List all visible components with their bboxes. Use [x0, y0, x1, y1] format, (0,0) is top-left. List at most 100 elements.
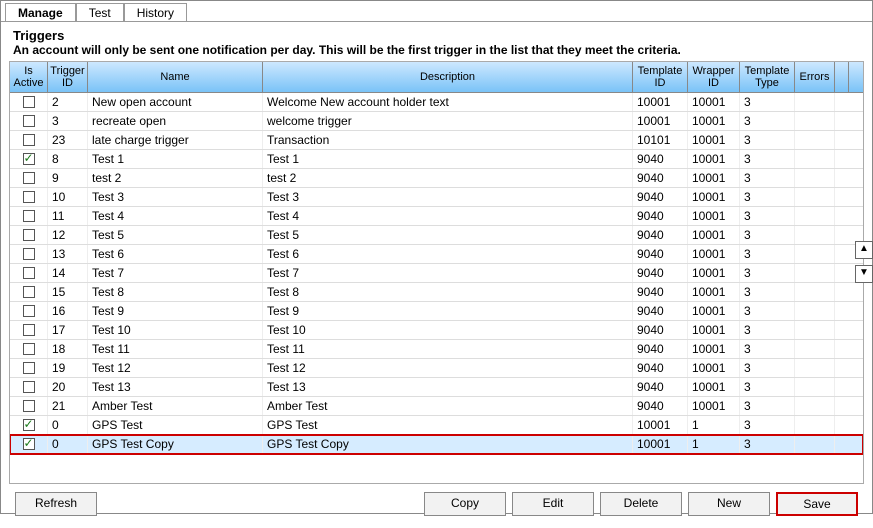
table-row[interactable]: 8Test 1Test 19040100013	[10, 150, 863, 169]
cell-template-id: 9040	[633, 169, 688, 187]
cell-is-active[interactable]	[10, 397, 48, 415]
header-name[interactable]: Name	[88, 62, 263, 92]
cell-is-active[interactable]	[10, 416, 48, 434]
table-row[interactable]: 13Test 6Test 69040100013	[10, 245, 863, 264]
tab-manage[interactable]: Manage	[5, 3, 76, 21]
table-row[interactable]: 9test 2test 29040100013	[10, 169, 863, 188]
cell-name: late charge trigger	[88, 131, 263, 149]
header-errors[interactable]: Errors	[795, 62, 835, 92]
cell-is-active[interactable]	[10, 378, 48, 396]
checkbox-icon[interactable]	[23, 229, 35, 241]
new-button[interactable]: New	[688, 492, 770, 516]
checkbox-icon[interactable]	[23, 172, 35, 184]
cell-is-active[interactable]	[10, 207, 48, 225]
cell-trigger-id: 19	[48, 359, 88, 377]
cell-is-active[interactable]	[10, 150, 48, 168]
cell-description: Welcome New account holder text	[263, 93, 633, 111]
checkbox-icon[interactable]	[23, 134, 35, 146]
table-row[interactable]: 14Test 7Test 79040100013	[10, 264, 863, 283]
move-up-button[interactable]: ▲	[855, 241, 873, 259]
table-row[interactable]: 11Test 4Test 49040100013	[10, 207, 863, 226]
cell-is-active[interactable]	[10, 340, 48, 358]
cell-template-type: 3	[740, 226, 795, 244]
checkbox-icon[interactable]	[23, 115, 35, 127]
cell-name: Test 11	[88, 340, 263, 358]
table-row[interactable]: 17Test 10Test 109040100013	[10, 321, 863, 340]
cell-template-type: 3	[740, 188, 795, 206]
checkbox-icon[interactable]	[23, 191, 35, 203]
cell-is-active[interactable]	[10, 188, 48, 206]
cell-template-type: 3	[740, 150, 795, 168]
checkbox-icon[interactable]	[23, 248, 35, 260]
grid-body[interactable]: 2New open accountWelcome New account hol…	[10, 93, 863, 483]
cell-is-active[interactable]	[10, 435, 48, 453]
checkbox-icon[interactable]	[23, 153, 35, 165]
cell-errors	[795, 378, 835, 396]
table-row[interactable]: 23late charge triggerTransaction10101100…	[10, 131, 863, 150]
cell-is-active[interactable]	[10, 245, 48, 263]
cell-is-active[interactable]	[10, 226, 48, 244]
cell-trigger-id: 23	[48, 131, 88, 149]
save-button[interactable]: Save	[776, 492, 858, 516]
cell-template-type: 3	[740, 397, 795, 415]
move-down-button[interactable]: ▼	[855, 265, 873, 283]
header-template-id[interactable]: Template ID	[633, 62, 688, 92]
header-is-active[interactable]: Is Active	[10, 62, 48, 92]
table-row[interactable]: 12Test 5Test 59040100013	[10, 226, 863, 245]
table-row[interactable]: 10Test 3Test 39040100013	[10, 188, 863, 207]
table-row[interactable]: 15Test 8Test 89040100013	[10, 283, 863, 302]
reorder-arrows: ▲ ▼	[855, 241, 873, 283]
cell-is-active[interactable]	[10, 264, 48, 282]
cell-name: New open account	[88, 93, 263, 111]
cell-is-active[interactable]	[10, 302, 48, 320]
checkbox-icon[interactable]	[23, 343, 35, 355]
cell-name: Test 13	[88, 378, 263, 396]
checkbox-icon[interactable]	[23, 286, 35, 298]
checkbox-icon[interactable]	[23, 324, 35, 336]
cell-template-type: 3	[740, 359, 795, 377]
cell-errors	[795, 207, 835, 225]
checkbox-icon[interactable]	[23, 438, 35, 450]
cell-is-active[interactable]	[10, 131, 48, 149]
copy-button[interactable]: Copy	[424, 492, 506, 516]
checkbox-icon[interactable]	[23, 210, 35, 222]
cell-is-active[interactable]	[10, 112, 48, 130]
header-trigger-id[interactable]: Trigger ID	[48, 62, 88, 92]
table-row[interactable]: 0GPS TestGPS Test1000113	[10, 416, 863, 435]
cell-is-active[interactable]	[10, 359, 48, 377]
checkbox-icon[interactable]	[23, 381, 35, 393]
checkbox-icon[interactable]	[23, 267, 35, 279]
refresh-button[interactable]: Refresh	[15, 492, 97, 516]
cell-is-active[interactable]	[10, 93, 48, 111]
edit-button[interactable]: Edit	[512, 492, 594, 516]
table-row[interactable]: 19Test 12Test 129040100013	[10, 359, 863, 378]
cell-errors	[795, 226, 835, 244]
checkbox-icon[interactable]	[23, 419, 35, 431]
cell-description: Test 5	[263, 226, 633, 244]
cell-template-id: 9040	[633, 302, 688, 320]
checkbox-icon[interactable]	[23, 305, 35, 317]
cell-description: Test 1	[263, 150, 633, 168]
header-description[interactable]: Description	[263, 62, 633, 92]
table-row[interactable]: 2New open accountWelcome New account hol…	[10, 93, 863, 112]
delete-button[interactable]: Delete	[600, 492, 682, 516]
cell-description: Test 3	[263, 188, 633, 206]
table-row[interactable]: 18Test 11Test 119040100013	[10, 340, 863, 359]
table-row[interactable]: 20Test 13Test 139040100013	[10, 378, 863, 397]
checkbox-icon[interactable]	[23, 400, 35, 412]
cell-wrapper-id: 10001	[688, 378, 740, 396]
cell-trigger-id: 11	[48, 207, 88, 225]
header-template-type[interactable]: Template Type	[740, 62, 795, 92]
tab-history[interactable]: History	[124, 3, 187, 21]
table-row[interactable]: 0GPS Test CopyGPS Test Copy1000113	[10, 435, 863, 454]
cell-is-active[interactable]	[10, 169, 48, 187]
checkbox-icon[interactable]	[23, 362, 35, 374]
tab-test[interactable]: Test	[76, 3, 124, 21]
table-row[interactable]: 21Amber TestAmber Test9040100013	[10, 397, 863, 416]
cell-is-active[interactable]	[10, 321, 48, 339]
header-wrapper-id[interactable]: Wrapper ID	[688, 62, 740, 92]
table-row[interactable]: 3recreate openwelcome trigger10001100013	[10, 112, 863, 131]
table-row[interactable]: 16Test 9Test 99040100013	[10, 302, 863, 321]
cell-is-active[interactable]	[10, 283, 48, 301]
checkbox-icon[interactable]	[23, 96, 35, 108]
